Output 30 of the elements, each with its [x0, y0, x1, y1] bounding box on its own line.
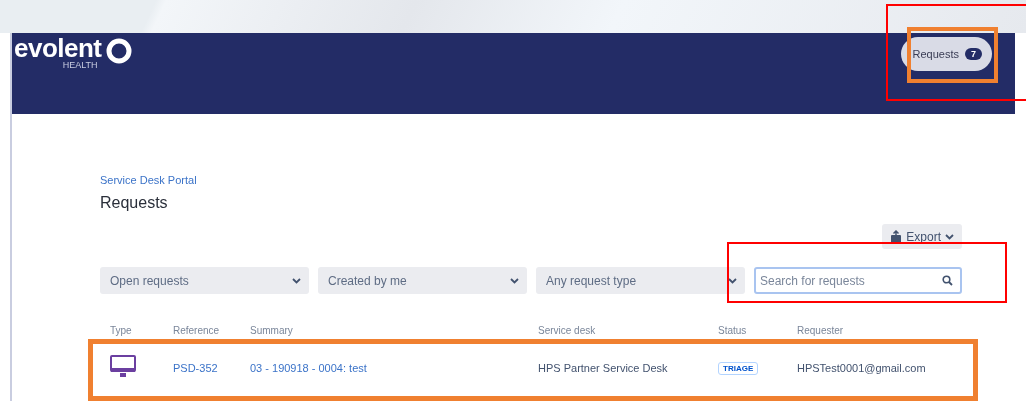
ring-logo-icon [104, 37, 133, 65]
chevron-down-icon [945, 233, 954, 240]
requests-button[interactable]: Requests 7 [900, 37, 992, 71]
requester-cell-text: HPSTest0001@gmail.com [797, 362, 927, 374]
reference-link[interactable]: PSD-352 [173, 362, 218, 374]
column-header: Type [110, 325, 133, 336]
chevron-down-icon [510, 277, 519, 284]
logo-wordmark: evolent [14, 35, 102, 61]
count-badge: 7 [965, 48, 982, 60]
export-icon [890, 229, 903, 244]
column-header: Reference [173, 325, 221, 336]
chevron-down-icon [292, 277, 301, 284]
column-header: Status [718, 325, 748, 336]
summary-link[interactable]: 03 - 190918 - 0004: test [250, 362, 367, 374]
column-header: Service desk [538, 325, 597, 336]
status-lozenge: TRIAGE [718, 361, 759, 375]
export-button[interactable]: Export [882, 224, 962, 249]
search-field[interactable]: Search for requests [754, 267, 962, 294]
page-title: Requests [100, 194, 169, 212]
monitor-icon [110, 355, 136, 379]
filter-dropdown[interactable]: Any request type [536, 267, 745, 294]
search-icon [942, 275, 953, 286]
filter-dropdown[interactable]: Open requests [100, 267, 309, 294]
filter-dropdown[interactable]: Created by me [318, 267, 527, 294]
logo-subtitle: HEALTH [62, 61, 98, 70]
column-header: Requester [797, 325, 845, 336]
breadcrumb-link[interactable]: Service Desk Portal [100, 174, 197, 186]
chevron-down-icon [728, 277, 737, 284]
service-desk-cell-text: HPS Partner Service Desk [538, 362, 669, 374]
column-header: Summary [250, 325, 294, 336]
